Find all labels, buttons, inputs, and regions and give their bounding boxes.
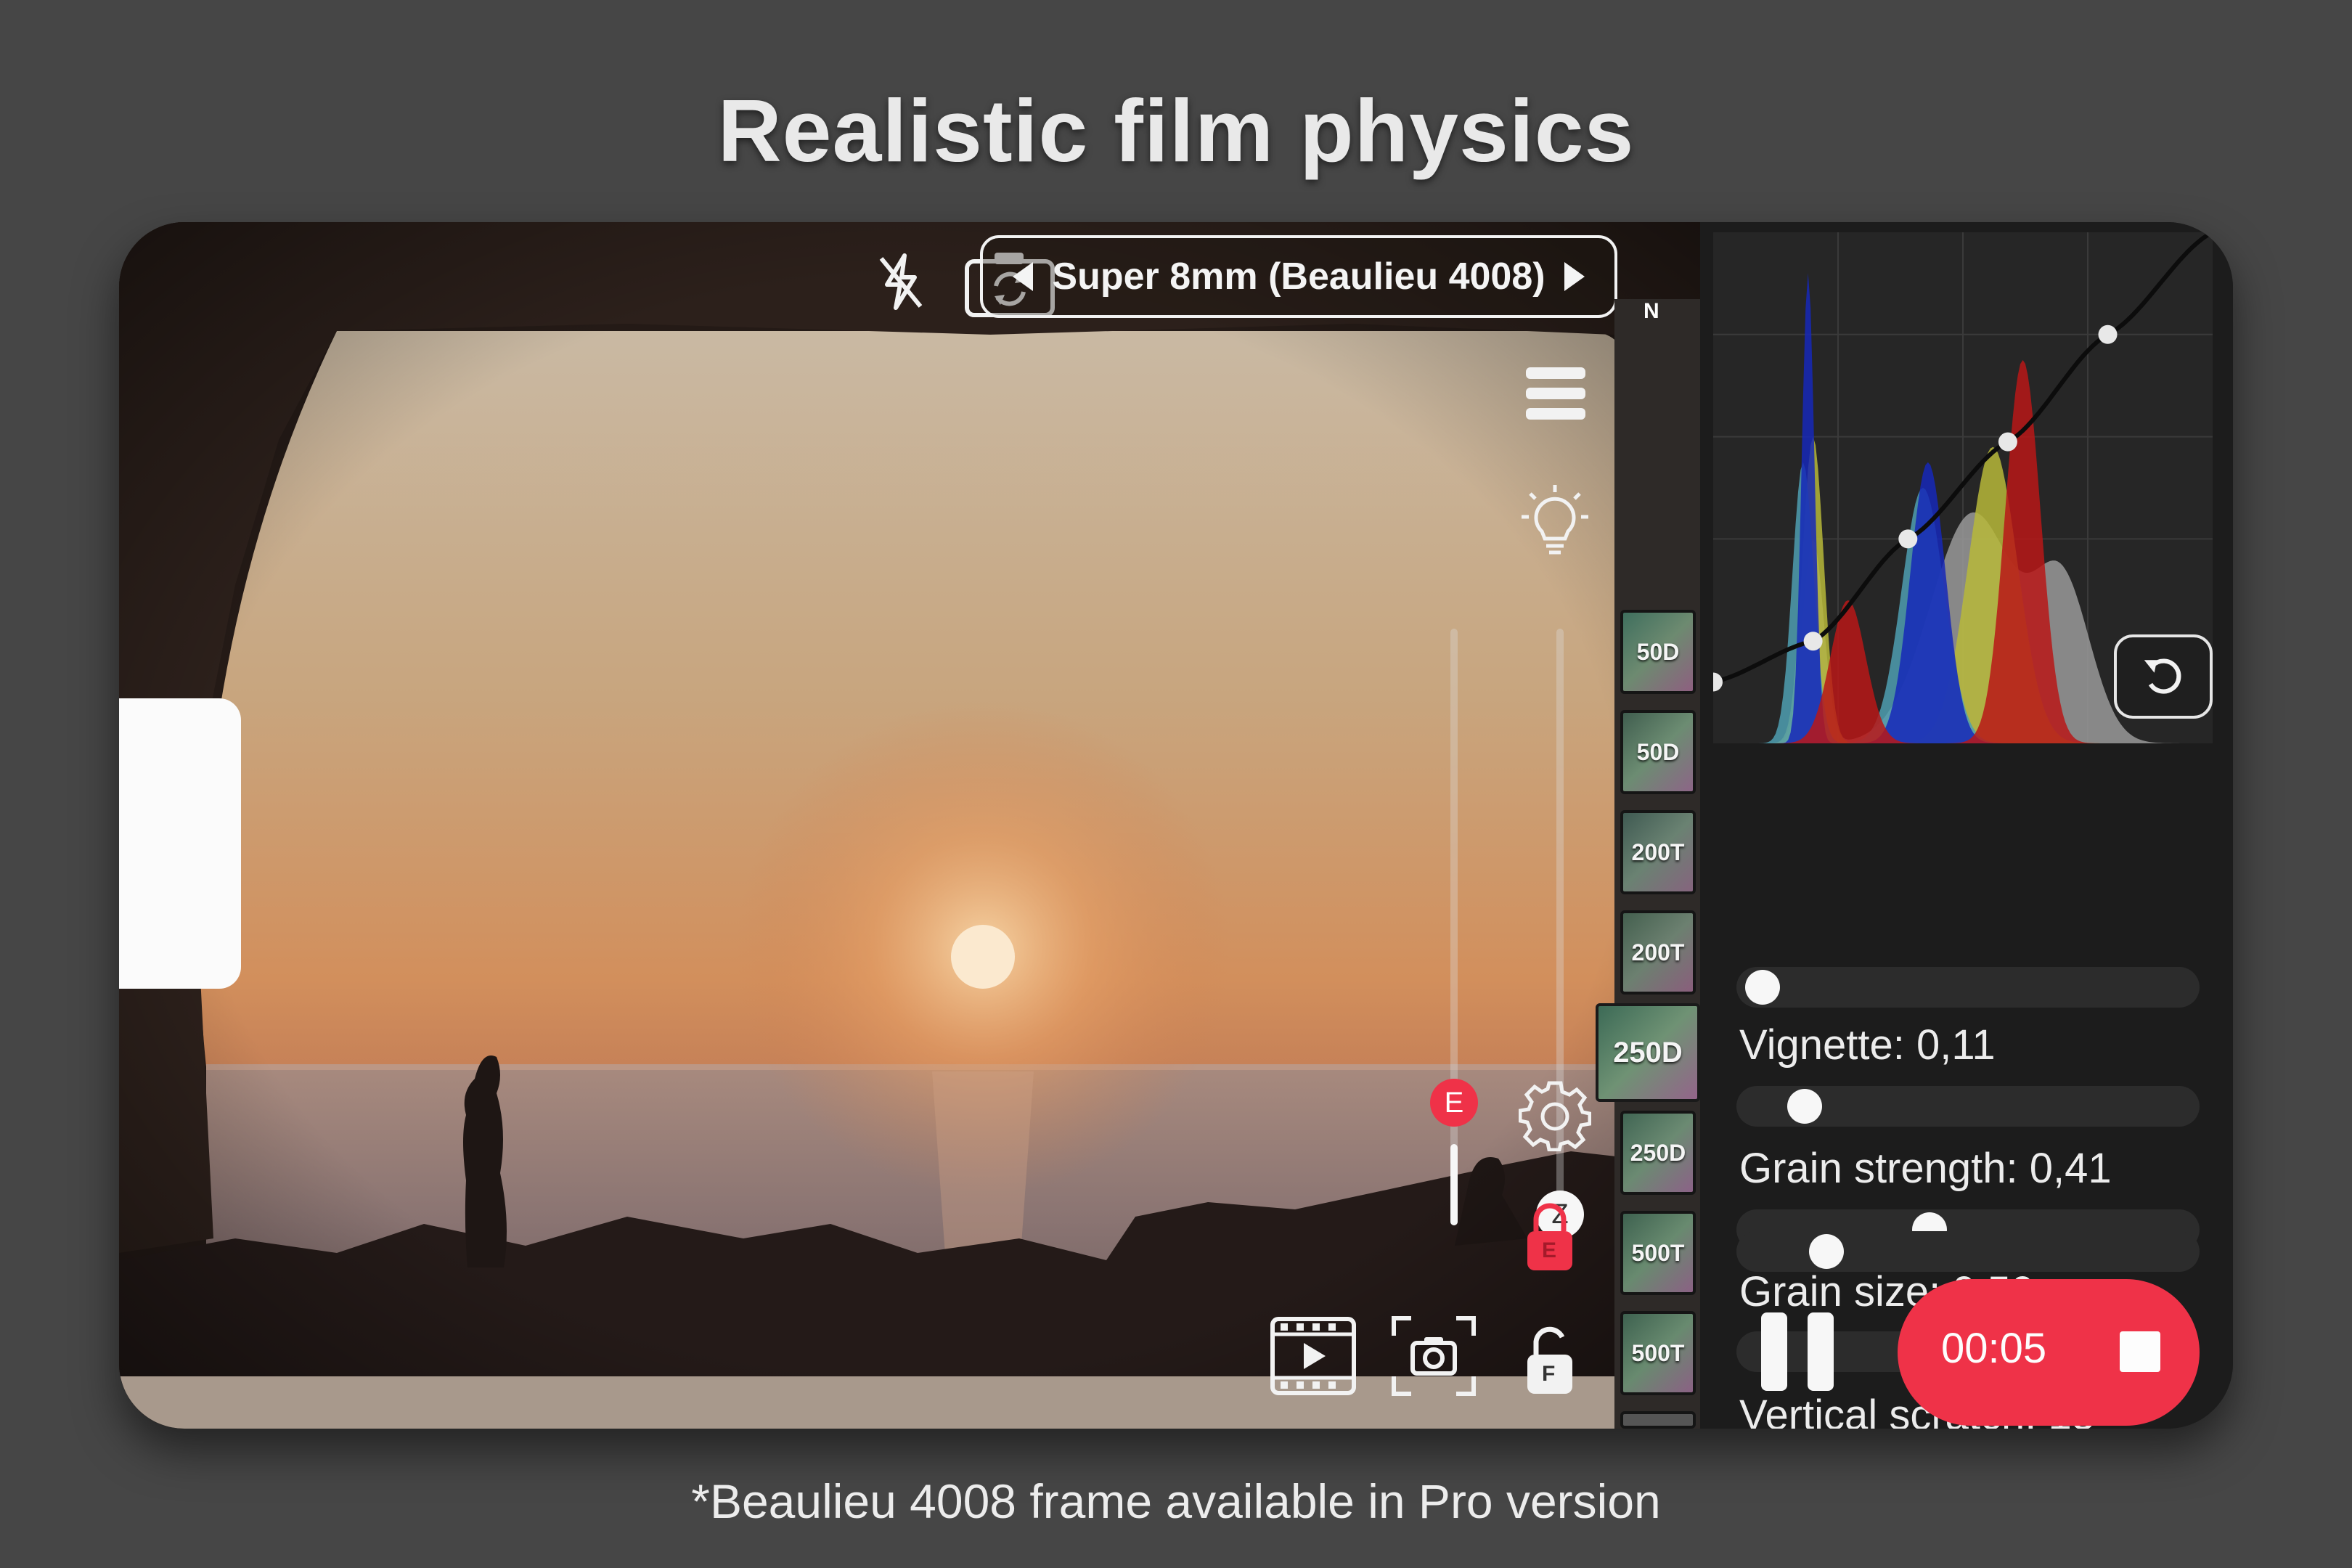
exposure-lock-icon[interactable]: E [1524, 1202, 1575, 1272]
film-stock-strip[interactable]: N 50D 50D 200T 200T 250D 250D 500T 500T [1596, 299, 1702, 1429]
film-stock-item[interactable]: 500T [1620, 1311, 1696, 1395]
vertical-scratch-slider[interactable] [1736, 1231, 2200, 1272]
viewfinder[interactable]: Super 8mm (Beaulieu 4008) E Z E F [119, 222, 1700, 1429]
pause-icon [1761, 1312, 1787, 1391]
menu-icon[interactable] [1524, 364, 1587, 422]
film-gate-tab [119, 698, 241, 989]
brightness-icon[interactable] [1520, 483, 1590, 556]
previous-format-icon[interactable] [1013, 262, 1034, 291]
curve-position-slider[interactable] [1736, 967, 2200, 1008]
focus-lock-icon[interactable]: F [1524, 1326, 1575, 1395]
film-stock-item[interactable] [1620, 1411, 1696, 1429]
film-format-selector[interactable]: Super 8mm (Beaulieu 4008) [980, 235, 1617, 318]
focus-lock-letter: F [1542, 1362, 1556, 1386]
film-stock-item[interactable]: 250D [1620, 1111, 1696, 1195]
next-format-icon[interactable] [1564, 262, 1585, 291]
curve-point[interactable] [1803, 632, 1823, 651]
film-stock-item[interactable]: 50D [1620, 610, 1696, 694]
flash-off-icon[interactable] [875, 253, 926, 311]
pause-button[interactable] [1761, 1312, 1834, 1391]
reset-curve-button[interactable] [2114, 634, 2213, 719]
exposure-slider[interactable]: E [1426, 629, 1484, 1225]
slider-thumb[interactable] [1745, 970, 1780, 1005]
film-format-label: Super 8mm (Beaulieu 4008) [1052, 256, 1545, 298]
film-stock-item[interactable]: 200T [1620, 810, 1696, 894]
film-stock-item[interactable]: 50D [1620, 710, 1696, 794]
slider-thumb[interactable] [1787, 1089, 1822, 1124]
film-stock-item-selected[interactable]: 250D [1596, 1003, 1700, 1102]
curve-point[interactable] [2098, 324, 2118, 344]
reset-icon [2144, 658, 2181, 694]
photo-capture-icon[interactable] [1391, 1315, 1477, 1397]
film-strip-header: N [1643, 299, 1659, 323]
settings-icon[interactable] [1519, 1079, 1591, 1151]
stop-icon [2120, 1331, 2160, 1372]
film-reel-icon[interactable] [1270, 1317, 1356, 1395]
curve-point[interactable] [1898, 529, 1918, 549]
exposure-lock-letter: E [1542, 1238, 1557, 1262]
slider-thumb[interactable] [1809, 1234, 1844, 1269]
film-stock-item[interactable]: 500T [1620, 1211, 1696, 1295]
exposure-slider-track [1450, 629, 1458, 1225]
film-stock-item[interactable]: 200T [1620, 910, 1696, 995]
record-button[interactable]: 00:05 [1898, 1279, 2200, 1426]
curve-point[interactable] [1998, 432, 2017, 452]
exposure-slider-thumb[interactable]: E [1430, 1079, 1478, 1127]
record-timer: 00:05 [1941, 1325, 2047, 1372]
grain-strength-label: Grain strength: 0,41 [1739, 1145, 2112, 1192]
vignette-label: Vignette: 0,11 [1739, 1021, 1996, 1069]
footnote: *Beaulieu 4008 frame available in Pro ve… [691, 1474, 1661, 1528]
headline: Realistic film physics [717, 81, 1635, 180]
vignette-slider[interactable] [1736, 1086, 2200, 1127]
exposure-slider-fill [1450, 1144, 1458, 1225]
exposure-slider-label: E [1444, 1086, 1464, 1119]
